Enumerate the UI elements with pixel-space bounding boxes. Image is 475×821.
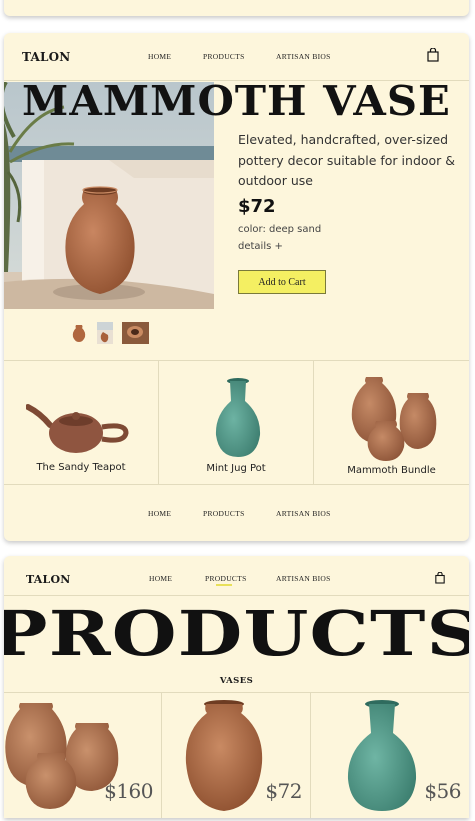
product-price: $160 bbox=[104, 779, 153, 803]
teapot-image bbox=[26, 404, 129, 453]
top-nav: TALON HOME PRODUCTS ARTISAN BIOS bbox=[4, 556, 469, 596]
product-price: $56 bbox=[424, 779, 461, 803]
related-item-label: Mammoth Bundle bbox=[347, 465, 436, 476]
related-item[interactable]: Mint Jug Pot bbox=[159, 361, 314, 485]
product-page-card: TALON HOME PRODUCTS ARTISAN BIOS MAMMOTH… bbox=[4, 33, 469, 541]
green-vase-image bbox=[215, 378, 261, 457]
thumbnail-vase[interactable] bbox=[72, 322, 86, 344]
page-title: PRODUCTS bbox=[4, 597, 469, 670]
nav-home[interactable]: HOME bbox=[148, 52, 171, 61]
related-products: The Sandy Teapot Mint Jug Pot Mammoth Bu… bbox=[4, 360, 469, 485]
product-price: $72 bbox=[238, 196, 276, 217]
logo[interactable]: TALON bbox=[22, 50, 70, 64]
shopping-bag-icon[interactable] bbox=[435, 572, 445, 584]
related-item[interactable]: Mammoth Bundle bbox=[314, 361, 469, 485]
shopping-bag-icon[interactable] bbox=[427, 48, 439, 62]
nav-home[interactable]: HOME bbox=[149, 574, 172, 583]
products-page-card: TALON HOME PRODUCTS ARTISAN BIOS PRODUCT… bbox=[4, 556, 469, 818]
nav-artisan-bios[interactable]: ARTISAN BIOS bbox=[276, 52, 331, 61]
product-grid: $160 $72 $56 bbox=[4, 692, 469, 818]
related-item-label: Mint Jug Pot bbox=[206, 463, 266, 474]
product-price: $72 bbox=[265, 779, 302, 803]
details-toggle[interactable]: details + bbox=[238, 241, 283, 252]
nav-products[interactable]: PRODUCTS bbox=[205, 574, 247, 583]
product-card[interactable]: $56 bbox=[311, 693, 469, 818]
thumbnail-top-view[interactable] bbox=[122, 322, 149, 344]
terracotta-vase-image bbox=[185, 700, 263, 811]
product-card[interactable]: $160 bbox=[4, 693, 162, 818]
previous-page-card bbox=[4, 0, 469, 16]
top-nav: TALON HOME PRODUCTS ARTISAN BIOS bbox=[4, 33, 469, 81]
product-card[interactable]: $72 bbox=[162, 693, 311, 818]
active-nav-indicator bbox=[216, 584, 232, 586]
related-item[interactable]: The Sandy Teapot bbox=[4, 361, 159, 485]
product-title: MAMMOTH VASE bbox=[22, 77, 451, 125]
footer-artisan-bios[interactable]: ARTISAN BIOS bbox=[276, 509, 331, 518]
product-color: color: deep sand bbox=[238, 224, 322, 235]
nav-artisan-bios[interactable]: ARTISAN BIOS bbox=[276, 574, 331, 583]
footer-products[interactable]: PRODUCTS bbox=[203, 509, 245, 518]
thumbnail-scene[interactable] bbox=[97, 322, 113, 344]
green-vase-image bbox=[347, 700, 417, 811]
logo[interactable]: TALON bbox=[26, 573, 71, 586]
related-item-label: The Sandy Teapot bbox=[36, 462, 126, 473]
nav-products[interactable]: PRODUCTS bbox=[203, 52, 245, 61]
vase-bundle-image bbox=[351, 377, 437, 461]
add-to-cart-button[interactable]: Add to Cart bbox=[238, 270, 326, 294]
footer-home[interactable]: HOME bbox=[148, 509, 171, 518]
product-description: Elevated, handcrafted, over-sized potter… bbox=[238, 132, 456, 188]
section-heading: VASES bbox=[219, 676, 254, 686]
